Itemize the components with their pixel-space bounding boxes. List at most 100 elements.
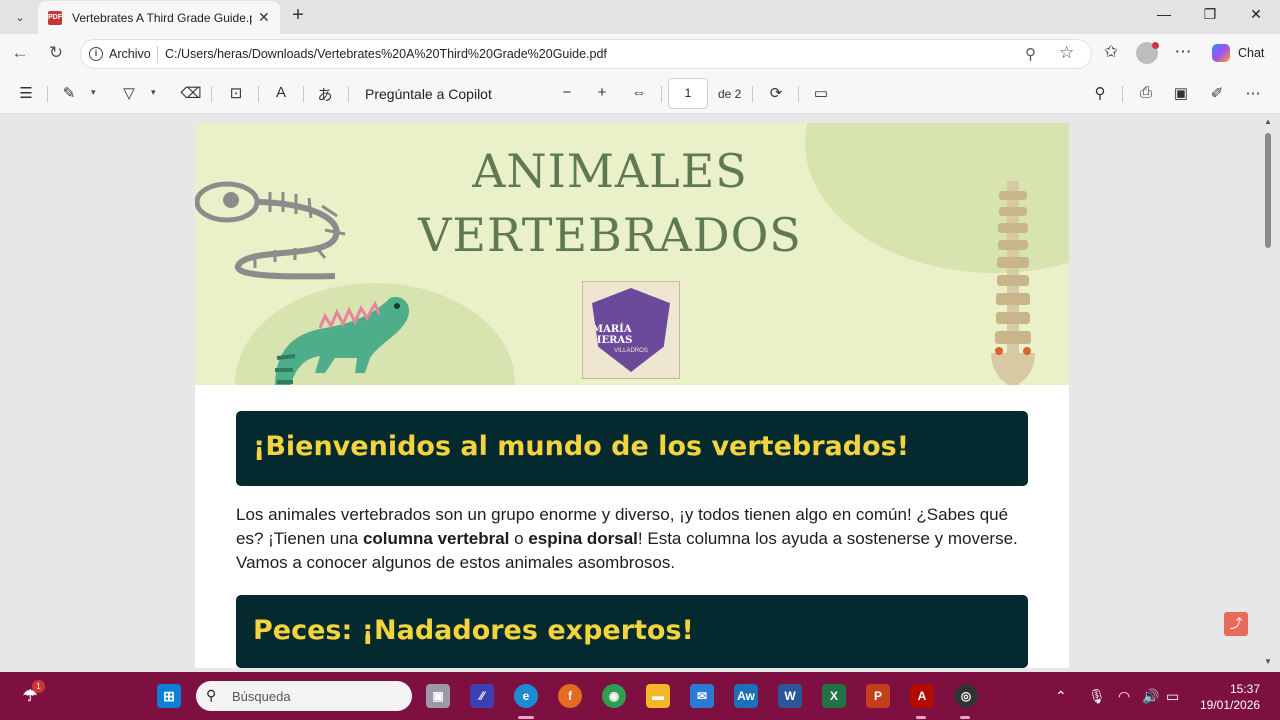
- app-icon[interactable]: ⁄⁄: [470, 684, 494, 708]
- mail-icon[interactable]: ✉: [690, 684, 714, 708]
- welcome-heading-box: ¡Bienvenidos al mundo de los vertebrados…: [236, 411, 1028, 486]
- more-options-icon[interactable]: ⋯: [1171, 42, 1195, 62]
- translate-icon[interactable]: あ: [314, 84, 336, 105]
- banner-title-line1: ANIMALES: [472, 144, 748, 198]
- tab-active[interactable]: PDF Vertebrates A Third Grade Guide.pdf …: [38, 1, 280, 34]
- close-tab-icon[interactable]: ✕: [258, 9, 270, 26]
- chevron-down-icon[interactable]: ▾: [151, 87, 156, 98]
- file-explorer-icon[interactable]: ▬: [646, 684, 670, 708]
- favorite-star-icon[interactable]: ☆: [1059, 43, 1074, 63]
- scrollbar-thumb[interactable]: [1265, 133, 1271, 248]
- highlight-icon[interactable]: ✎: [58, 84, 80, 102]
- wifi-icon[interactable]: ◠: [1118, 688, 1130, 705]
- pdf-file-icon: PDF: [48, 10, 62, 25]
- powerpoint-icon[interactable]: P: [866, 684, 890, 708]
- save-icon[interactable]: ▣: [1170, 84, 1192, 102]
- tab-strip: ⌄ PDF Vertebrates A Third Grade Guide.pd…: [0, 0, 1280, 34]
- toolbar-divider: [1122, 86, 1123, 102]
- system-clock[interactable]: 15:37 19/01/2026: [1200, 681, 1260, 713]
- logo-name: MARÍA HERAS: [592, 324, 633, 346]
- firefox-icon[interactable]: f: [558, 684, 582, 708]
- restore-button[interactable]: ❐: [1198, 6, 1222, 23]
- favorites-icon[interactable]: ✩: [1099, 42, 1123, 62]
- toolbar-divider: [211, 86, 212, 102]
- page-count: de 2: [718, 87, 742, 101]
- excel-icon[interactable]: X: [822, 684, 846, 708]
- toolbar-divider: [47, 86, 48, 102]
- toolbar-divider: [752, 86, 753, 102]
- obs-icon[interactable]: ◎: [954, 684, 978, 708]
- text-box-icon[interactable]: ⊡: [225, 84, 247, 102]
- info-icon[interactable]: i: [89, 47, 103, 61]
- volume-icon[interactable]: 🔊: [1142, 688, 1159, 705]
- taskbar-search-input[interactable]: ⚲ Búsqueda: [196, 681, 412, 711]
- toolbar-divider: [303, 86, 304, 102]
- rotate-icon[interactable]: ⟳: [765, 84, 787, 102]
- intro-text: o: [509, 529, 529, 548]
- search-icon: ⚲: [206, 687, 217, 703]
- acrobat-icon[interactable]: A: [910, 684, 934, 708]
- toolbar-divider: [258, 86, 259, 102]
- save-as-icon[interactable]: ✐: [1206, 84, 1228, 102]
- logo-subtitle: VILLADROS: [614, 348, 648, 354]
- refresh-icon[interactable]: ↻: [44, 43, 68, 63]
- zoom-out-icon[interactable]: −: [556, 84, 578, 101]
- ask-copilot-button[interactable]: Pregúntale a Copilot: [365, 86, 492, 102]
- clock-time: 15:37: [1229, 682, 1260, 696]
- fish-heading-box: Peces: ¡Nadadores expertos!: [236, 595, 1028, 668]
- more-tools-icon[interactable]: ⋯: [1242, 84, 1264, 102]
- task-view-icon[interactable]: ▣: [426, 684, 450, 708]
- page-number-input[interactable]: 1: [668, 78, 708, 109]
- close-window-button[interactable]: ✕: [1244, 6, 1268, 23]
- url-text[interactable]: C:/Users/heras/Downloads/Vertebrates%20A…: [165, 47, 607, 61]
- acrobat-floating-icon[interactable]: ⤴: [1224, 612, 1248, 636]
- search-icon[interactable]: ⚲: [1089, 84, 1111, 102]
- edge-browser-icon[interactable]: e: [514, 684, 538, 708]
- scroll-down-icon[interactable]: ▼: [1264, 657, 1272, 666]
- zoom-icon[interactable]: ⚲: [1025, 45, 1036, 63]
- new-tab-button[interactable]: +: [286, 4, 310, 27]
- contents-list-icon[interactable]: ☰: [15, 84, 37, 102]
- tab-title: Vertebrates A Third Grade Guide.pdf: [72, 10, 252, 25]
- eraser-icon[interactable]: ⌫: [180, 84, 202, 102]
- profile-notification-dot: [1152, 42, 1159, 49]
- minimize-button[interactable]: —: [1152, 6, 1176, 22]
- welcome-heading: ¡Bienvenidos al mundo de los vertebrados…: [253, 431, 910, 462]
- chrome-icon[interactable]: ◉: [602, 684, 626, 708]
- scroll-up-icon[interactable]: ▲: [1264, 117, 1272, 126]
- chevron-up-icon[interactable]: ⌃: [1055, 688, 1067, 705]
- page-view-icon[interactable]: ▭: [810, 84, 832, 102]
- start-windows-icon[interactable]: ⊞: [157, 684, 181, 708]
- toolbar-divider: [798, 86, 799, 102]
- draw-icon[interactable]: ▽: [118, 84, 140, 102]
- microphone-icon[interactable]: 🎙: [1088, 688, 1106, 705]
- open-app-indicator: [916, 716, 926, 719]
- intro-paragraph: Los animales vertebrados son un grupo en…: [236, 503, 1028, 575]
- pdf-viewer[interactable]: ANIMALES VERTEBRADOS MARÍA HERAS VILLADR…: [0, 115, 1280, 668]
- address-bar-row: ← ↻ i Archivo C:/Users/heras/Downloads/V…: [0, 34, 1280, 74]
- copilot-icon: [1212, 44, 1230, 62]
- toolbar-divider: [348, 86, 349, 102]
- tab-actions-menu-button[interactable]: ⌄: [8, 5, 32, 29]
- clock-date: 19/01/2026: [1200, 698, 1261, 712]
- banner-title-line2: VERTEBRADOS: [418, 208, 802, 262]
- battery-icon[interactable]: ▭: [1166, 688, 1179, 705]
- print-icon[interactable]: ⎙: [1135, 84, 1157, 101]
- chevron-down-icon[interactable]: ▾: [91, 87, 96, 98]
- zoom-in-icon[interactable]: +: [591, 84, 613, 101]
- intro-bold-term: columna vertebral: [362, 529, 510, 548]
- chat-label: Chat: [1238, 46, 1265, 60]
- app-aw-icon[interactable]: Aw: [734, 684, 758, 708]
- pdf-toolbar: ☰ ✎ ▾ ▽ ▾ ⌫ ⊡ A あ Pregúntale a Copilot −…: [0, 74, 1280, 114]
- word-icon[interactable]: W: [778, 684, 802, 708]
- vertical-scrollbar[interactable]: ▲ ▼: [1262, 115, 1274, 668]
- fit-width-icon[interactable]: ⇔: [628, 84, 650, 101]
- iguana-illustration: [275, 297, 409, 385]
- fish-heading: Peces: ¡Nadadores expertos!: [253, 615, 694, 646]
- address-bar[interactable]: i Archivo C:/Users/heras/Downloads/Verte…: [80, 39, 1092, 69]
- back-arrow-icon[interactable]: ←: [8, 43, 32, 63]
- copilot-chat-button[interactable]: Chat: [1204, 38, 1272, 68]
- open-app-indicator: [960, 716, 970, 719]
- toolbar-divider: [661, 86, 662, 102]
- read-aloud-icon[interactable]: A: [270, 84, 292, 101]
